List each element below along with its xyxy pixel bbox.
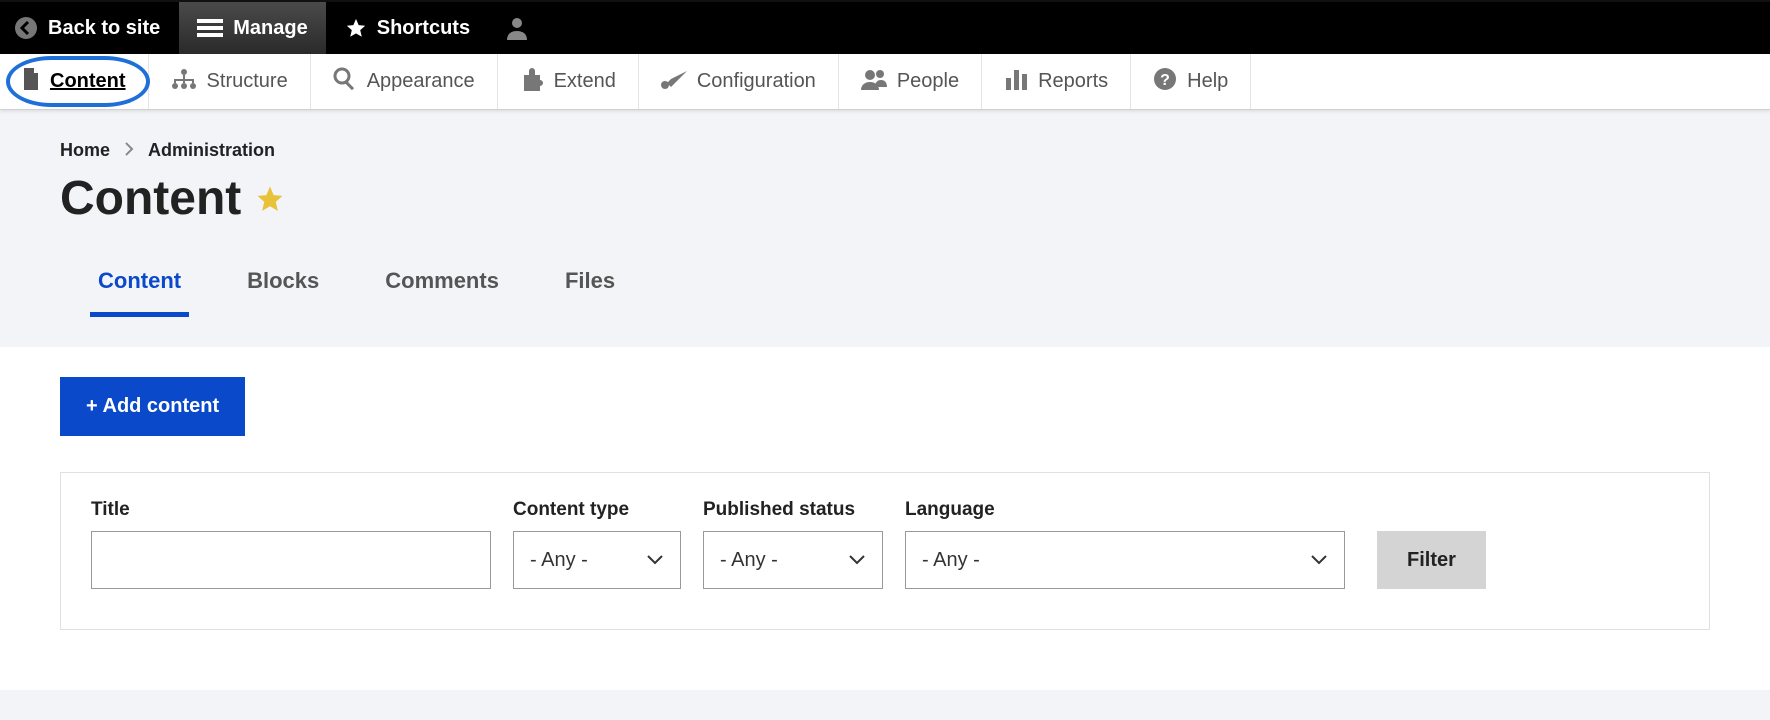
chevron-down-icon xyxy=(1310,549,1328,572)
filter-field-published-status: Published status - Any - xyxy=(703,499,883,589)
content-type-select[interactable]: - Any - xyxy=(513,531,681,589)
breadcrumb-home[interactable]: Home xyxy=(60,140,110,161)
admin-tab-configuration[interactable]: Configuration xyxy=(639,54,839,109)
admin-tab-label: Content xyxy=(50,70,126,93)
admin-tab-people[interactable]: People xyxy=(839,54,982,109)
admin-tab-label: Configuration xyxy=(697,70,816,93)
appearance-icon xyxy=(333,67,357,97)
filter-field-title: Title xyxy=(91,499,491,589)
reports-icon xyxy=(1004,68,1028,96)
shortcuts-label: Shortcuts xyxy=(377,17,470,40)
admin-menu: Content Structure Appearance Extend Conf… xyxy=(0,54,1770,110)
title-input[interactable] xyxy=(91,531,491,589)
manage-label: Manage xyxy=(233,17,307,40)
structure-icon xyxy=(171,68,197,96)
chevron-down-icon xyxy=(848,549,866,572)
page-body: Home Administration Content Content Bloc… xyxy=(0,110,1770,720)
content-icon xyxy=(22,68,40,96)
subtab-files[interactable]: Files xyxy=(557,254,623,317)
content-region: + Add content Title Content type - Any -… xyxy=(0,347,1770,690)
filter-field-language: Language - Any - xyxy=(905,499,1345,589)
breadcrumb-administration[interactable]: Administration xyxy=(148,140,275,161)
filter-button[interactable]: Filter xyxy=(1377,531,1486,589)
subtab-blocks[interactable]: Blocks xyxy=(239,254,327,317)
svg-text:?: ? xyxy=(1160,72,1170,89)
subtab-content[interactable]: Content xyxy=(90,254,189,317)
admin-tab-reports[interactable]: Reports xyxy=(982,54,1131,109)
content-subtabs: Content Blocks Comments Files xyxy=(60,254,1710,317)
published-status-value: - Any - xyxy=(720,549,778,572)
star-icon xyxy=(345,17,367,39)
configuration-icon xyxy=(661,69,687,95)
shortcuts-link[interactable]: Shortcuts xyxy=(327,2,489,54)
admin-tab-appearance[interactable]: Appearance xyxy=(311,54,498,109)
language-select[interactable]: - Any - xyxy=(905,531,1345,589)
manage-toggle[interactable]: Manage xyxy=(179,2,326,54)
admin-tab-label: Extend xyxy=(554,70,616,93)
subtab-comments[interactable]: Comments xyxy=(377,254,507,317)
admin-tab-extend[interactable]: Extend xyxy=(498,54,639,109)
top-toolbar: Back to site Manage Shortcuts xyxy=(0,0,1770,54)
back-to-site-label: Back to site xyxy=(48,17,160,40)
username-redacted xyxy=(537,19,647,37)
add-content-button[interactable]: + Add content xyxy=(60,377,245,436)
admin-tab-label: Structure xyxy=(207,70,288,93)
language-value: - Any - xyxy=(922,549,980,572)
admin-tab-label: People xyxy=(897,70,959,93)
filter-title-label: Title xyxy=(91,499,491,521)
chevron-right-icon xyxy=(124,140,134,161)
filter-field-content-type: Content type - Any - xyxy=(513,499,681,589)
content-type-value: - Any - xyxy=(530,549,588,572)
filter-lang-label: Language xyxy=(905,499,1345,521)
star-favorite-icon[interactable] xyxy=(255,184,285,214)
back-icon xyxy=(14,16,38,40)
menu-icon xyxy=(197,18,223,38)
back-to-site-link[interactable]: Back to site xyxy=(0,2,179,54)
filter-panel: Title Content type - Any - Published sta… xyxy=(60,472,1710,630)
published-status-select[interactable]: - Any - xyxy=(703,531,883,589)
user-icon xyxy=(507,16,527,40)
page-title-row: Content xyxy=(60,171,1710,226)
admin-tab-help[interactable]: ? Help xyxy=(1131,54,1251,109)
help-icon: ? xyxy=(1153,67,1177,97)
breadcrumb: Home Administration xyxy=(60,140,1710,161)
admin-tab-label: Help xyxy=(1187,70,1228,93)
people-icon xyxy=(861,68,887,96)
filter-ct-label: Content type xyxy=(513,499,681,521)
admin-tab-structure[interactable]: Structure xyxy=(149,54,311,109)
extend-icon xyxy=(520,67,544,97)
chevron-down-icon xyxy=(646,549,664,572)
admin-tab-label: Appearance xyxy=(367,70,475,93)
admin-tab-content[interactable]: Content xyxy=(0,54,149,109)
user-menu[interactable] xyxy=(489,2,666,54)
admin-tab-label: Reports xyxy=(1038,70,1108,93)
filter-ps-label: Published status xyxy=(703,499,883,521)
page-title: Content xyxy=(60,171,241,226)
